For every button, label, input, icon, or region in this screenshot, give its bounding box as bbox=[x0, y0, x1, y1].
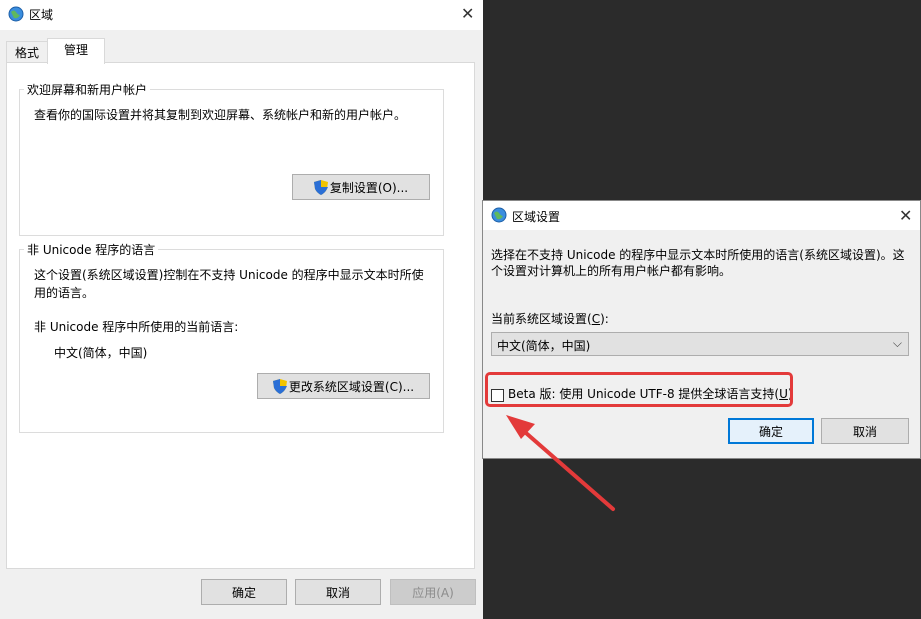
current-language-value: 中文(简体，中国) bbox=[54, 346, 148, 360]
beta-utf8-checkbox[interactable] bbox=[491, 389, 504, 402]
copy-settings-label: 复制设置(O)... bbox=[329, 180, 409, 195]
title-bar: 区域 ✕ bbox=[0, 0, 483, 30]
beta-utf8-label[interactable]: Beta 版: 使用 Unicode UTF-8 提供全球语言支持(U) bbox=[508, 385, 793, 404]
tab-panel: 欢迎屏幕和新用户帐户 查看你的国际设置并将其复制到欢迎屏幕、系统帐户和新的用户帐… bbox=[6, 62, 475, 569]
unicode-group-label: 非 Unicode 程序的语言 bbox=[24, 241, 159, 258]
uac-shield-icon bbox=[313, 179, 328, 195]
unicode-group: 非 Unicode 程序的语言 这个设置(系统区域设置)控制在不支持 Unico… bbox=[19, 241, 444, 433]
globe-icon bbox=[8, 6, 24, 22]
copy-settings-button[interactable]: 复制设置(O)... bbox=[292, 174, 430, 200]
dialog-description-line2: 个设置对计算机上的所有用户帐户都有影响。 bbox=[491, 264, 732, 278]
tab-administrative[interactable]: 管理 bbox=[47, 38, 105, 64]
dialog-title-bar: 区域设置 ✕ bbox=[483, 201, 920, 230]
globe-icon bbox=[491, 207, 507, 223]
dialog-ok-button[interactable]: 确定 bbox=[728, 418, 814, 444]
current-language-label: 非 Unicode 程序中所使用的当前语言: bbox=[34, 320, 239, 334]
dialog-title: 区域设置 bbox=[512, 210, 561, 224]
cancel-button[interactable]: 取消 bbox=[295, 579, 381, 605]
region-settings-dialog: 区域设置 ✕ 选择在不支持 Unicode 的程序中显示文本时所使用的语言(系统… bbox=[482, 200, 921, 459]
chevron-down-icon: ⌵ bbox=[892, 336, 902, 350]
welcome-group: 欢迎屏幕和新用户帐户 查看你的国际设置并将其复制到欢迎屏幕、系统帐户和新的用户帐… bbox=[19, 81, 444, 236]
uac-shield-icon bbox=[272, 378, 287, 394]
tab-formats[interactable]: 格式 bbox=[6, 41, 48, 64]
apply-button[interactable]: 应用(A) bbox=[390, 579, 476, 605]
unicode-description-line1: 这个设置(系统区域设置)控制在不支持 Unicode 的程序中显示文本时所使 bbox=[34, 268, 424, 282]
region-window: 区域 ✕ 格式 管理 欢迎屏幕和新用户帐户 查看你的国际设置并将其复制到欢迎屏幕… bbox=[0, 0, 483, 619]
change-system-locale-button[interactable]: 更改系统区域设置(C)... bbox=[257, 373, 430, 399]
close-icon[interactable]: ✕ bbox=[461, 6, 474, 22]
change-system-locale-label: 更改系统区域设置(C)... bbox=[288, 379, 415, 394]
system-locale-value: 中文(简体，中国) bbox=[497, 339, 591, 353]
unicode-description-line2: 用的语言。 bbox=[34, 286, 95, 300]
ok-button[interactable]: 确定 bbox=[201, 579, 287, 605]
dialog-cancel-button[interactable]: 取消 bbox=[821, 418, 909, 444]
window-title: 区域 bbox=[29, 8, 54, 22]
system-locale-select[interactable]: 中文(简体，中国) ⌵ bbox=[491, 332, 909, 356]
welcome-group-label: 欢迎屏幕和新用户帐户 bbox=[24, 81, 151, 98]
welcome-description: 查看你的国际设置并将其复制到欢迎屏幕、系统帐户和新的用户帐户。 bbox=[34, 108, 407, 122]
system-locale-label: 当前系统区域设置(C): bbox=[491, 312, 609, 326]
close-icon[interactable]: ✕ bbox=[899, 208, 912, 224]
